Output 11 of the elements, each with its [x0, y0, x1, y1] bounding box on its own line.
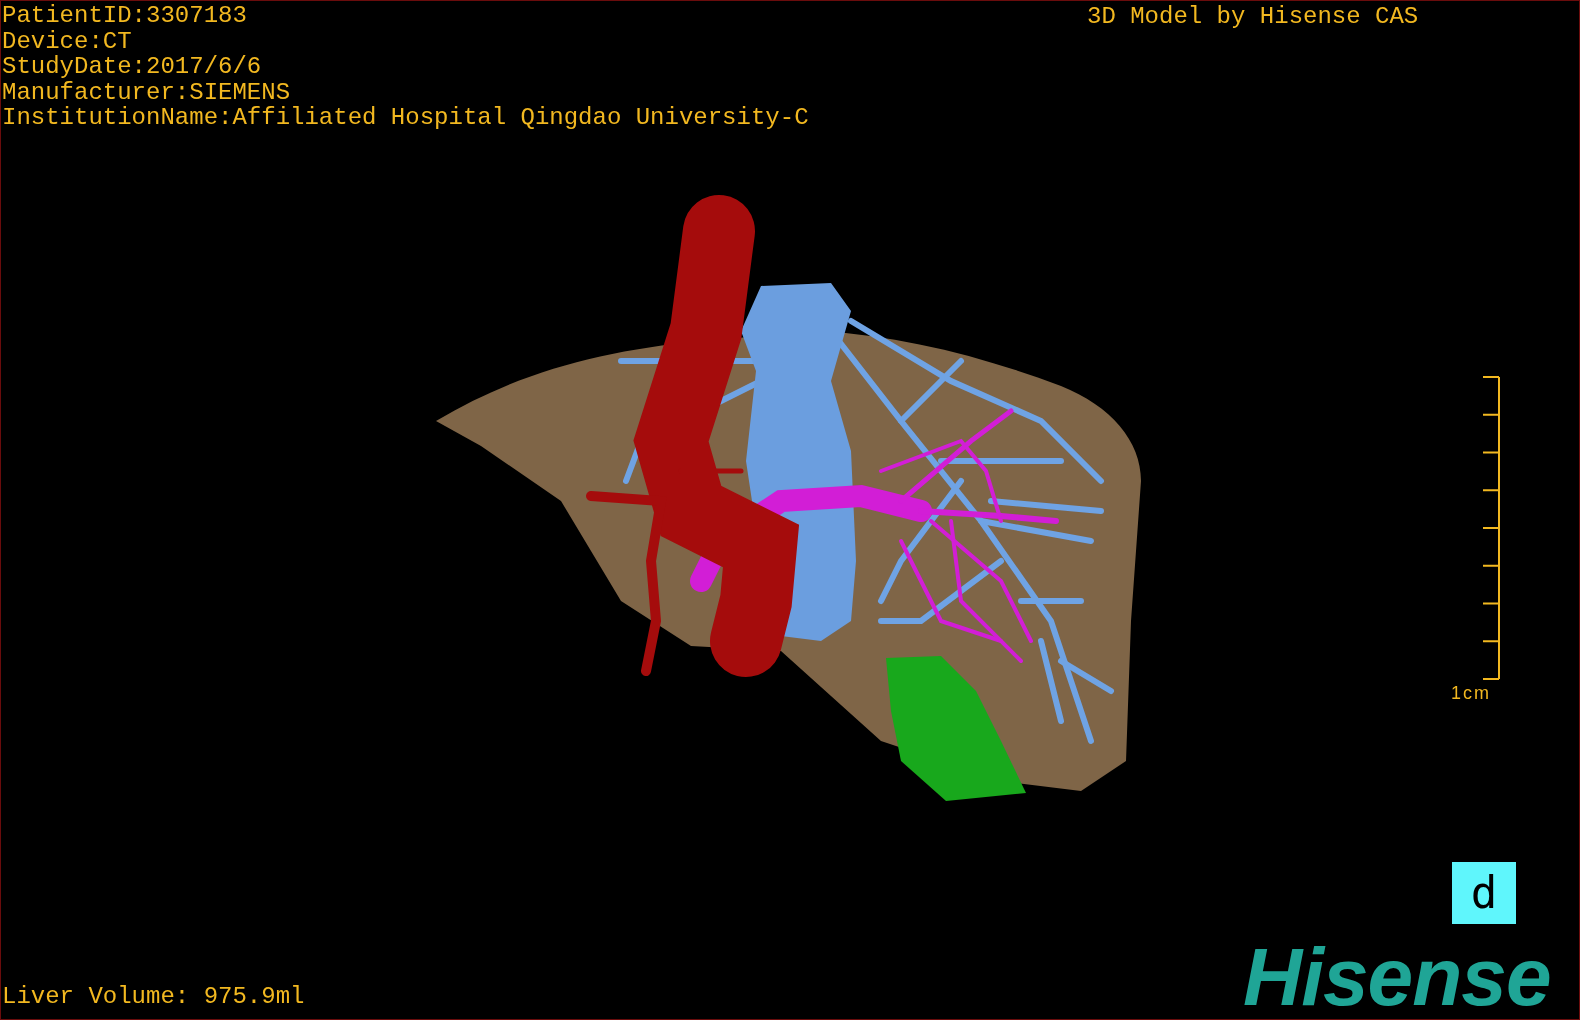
patient-info-line: Manufacturer:SIEMENS — [2, 79, 292, 105]
patient-info-line: StudyDate:2017/6/6 — [2, 54, 263, 80]
patient-info-line: Device:CT — [2, 28, 133, 54]
brand-logo: Hisense — [1243, 936, 1551, 1018]
scale-label: 1cm — [1451, 683, 1492, 704]
orientation-cube[interactable]: d — [1452, 862, 1516, 924]
patient-info-line: InstitutionName:Affiliated Hospital Qingdao University-C — [2, 105, 809, 131]
patient-info-line: PatientID:3307183 — [2, 3, 248, 29]
viewer-title: 3D Model by Hisense CAS — [1087, 4, 1419, 30]
liver-model-drawing[interactable] — [436, 195, 1141, 801]
liver-volume: Liver Volume: 975.9ml — [2, 984, 305, 1010]
